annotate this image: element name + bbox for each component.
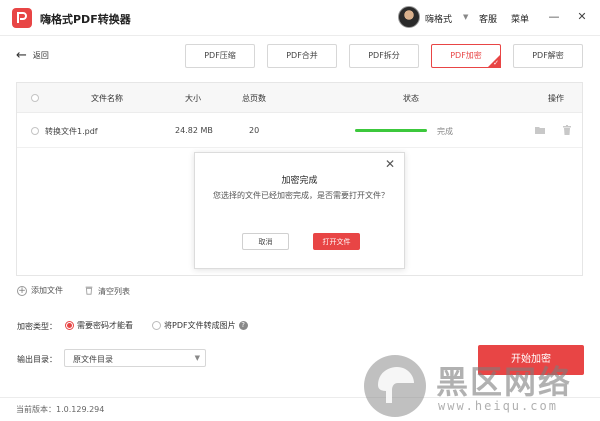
clear-list-button[interactable]: 清空列表 [84,285,130,297]
version-text: 当前版本：1.0.129.294 [16,405,105,414]
title-bar: 嗨格式PDF转换器 嗨格式 ▼ 客服 菜单 — ✕ [0,0,600,36]
encrypt-complete-dialog: ✕ 加密完成 您选择的文件已经加密完成，是否需要打开文件？ 取消 打开文件 [194,152,405,269]
dialog-title: 加密完成 [281,176,318,186]
row-select-radio[interactable] [31,127,39,135]
file-size: 24.82 MB [175,126,213,135]
folder-icon[interactable] [534,124,546,136]
chevron-down-icon[interactable]: ▼ [463,13,468,21]
output-dir-select[interactable]: 原文件目录 ▼ [64,349,206,367]
close-icon[interactable]: ✕ [385,157,395,171]
arrow-left-icon: ← [16,48,27,63]
option-convert-to-image-label: 将PDF文件转成图片 [164,321,236,330]
file-pages: 20 [249,126,260,135]
customer-service-link[interactable]: 客服 [479,12,497,25]
add-file-button[interactable]: + 添加文件 [17,285,63,296]
trash-icon [84,285,94,297]
back-label: 返回 [32,51,49,60]
tab-pdf-encrypt-label: PDF加密 [450,51,482,60]
close-icon[interactable]: ✕ [575,10,589,24]
progress-bar [355,129,427,132]
option-password-required-label: 需要密码才能看 [77,321,133,330]
cancel-button[interactable]: 取消 [242,233,289,250]
dialog-message: 您选择的文件已经加密完成，是否需要打开文件？ [213,191,389,200]
watermark-url: www.heiqu.com [438,399,558,413]
radio-unselected [152,321,161,330]
back-button[interactable]: ← 返回 [16,49,49,62]
option-password-required[interactable]: 需要密码才能看 [65,320,133,331]
file-name: 转换文件1.pdf [45,127,98,136]
tab-pdf-compress[interactable]: PDF压缩 [185,44,255,68]
output-dir-value: 原文件目录 [73,355,113,364]
option-convert-to-image[interactable]: 将PDF文件转成图片 ? [152,320,248,331]
help-icon[interactable]: ? [238,321,248,330]
add-file-label: 添加文件 [31,286,63,295]
column-header-pages: 总页数 [242,94,266,103]
watermark: 黑区网络 www.heiqu.com [360,353,600,419]
output-dir-label: 输出目录： [17,355,57,364]
progress-fill [355,129,427,132]
menu-link[interactable]: 菜单 [511,12,529,25]
status-text: 完成 [437,127,453,136]
column-header-status: 状态 [403,94,419,103]
open-file-button[interactable]: 打开文件 [313,233,360,250]
avatar[interactable] [398,6,420,28]
tab-pdf-encrypt[interactable]: PDF加密 ✓ [431,44,501,68]
watermark-text: 黑区网络 [436,363,573,401]
clear-list-label: 清空列表 [98,286,130,296]
user-name[interactable]: 嗨格式 [425,12,452,25]
plus-circle-icon: + [17,285,27,296]
radio-selected [65,321,74,330]
column-header-actions: 操作 [548,94,564,103]
column-header-name: 文件名称 [91,94,123,103]
watermark-logo-icon [364,355,426,417]
encrypt-type-label: 加密类型： [17,322,57,331]
tab-pdf-decrypt[interactable]: PDF解密 [513,44,583,68]
pdf-logo-icon [12,8,32,28]
table-header: 文件名称 大小 总页数 状态 操作 [17,83,582,113]
tab-pdf-split[interactable]: PDF拆分 [349,44,419,68]
column-header-size: 大小 [185,94,201,103]
tab-pdf-merge[interactable]: PDF合并 [267,44,337,68]
app-title: 嗨格式PDF转换器 [40,13,131,26]
chevron-down-icon: ▼ [194,354,200,362]
check-icon: ✓ [493,59,499,67]
select-all-radio[interactable] [31,94,39,102]
trash-icon[interactable] [561,124,573,136]
minimize-icon[interactable]: — [547,10,561,24]
table-row[interactable]: 转换文件1.pdf 24.82 MB 20 完成 [17,114,582,148]
